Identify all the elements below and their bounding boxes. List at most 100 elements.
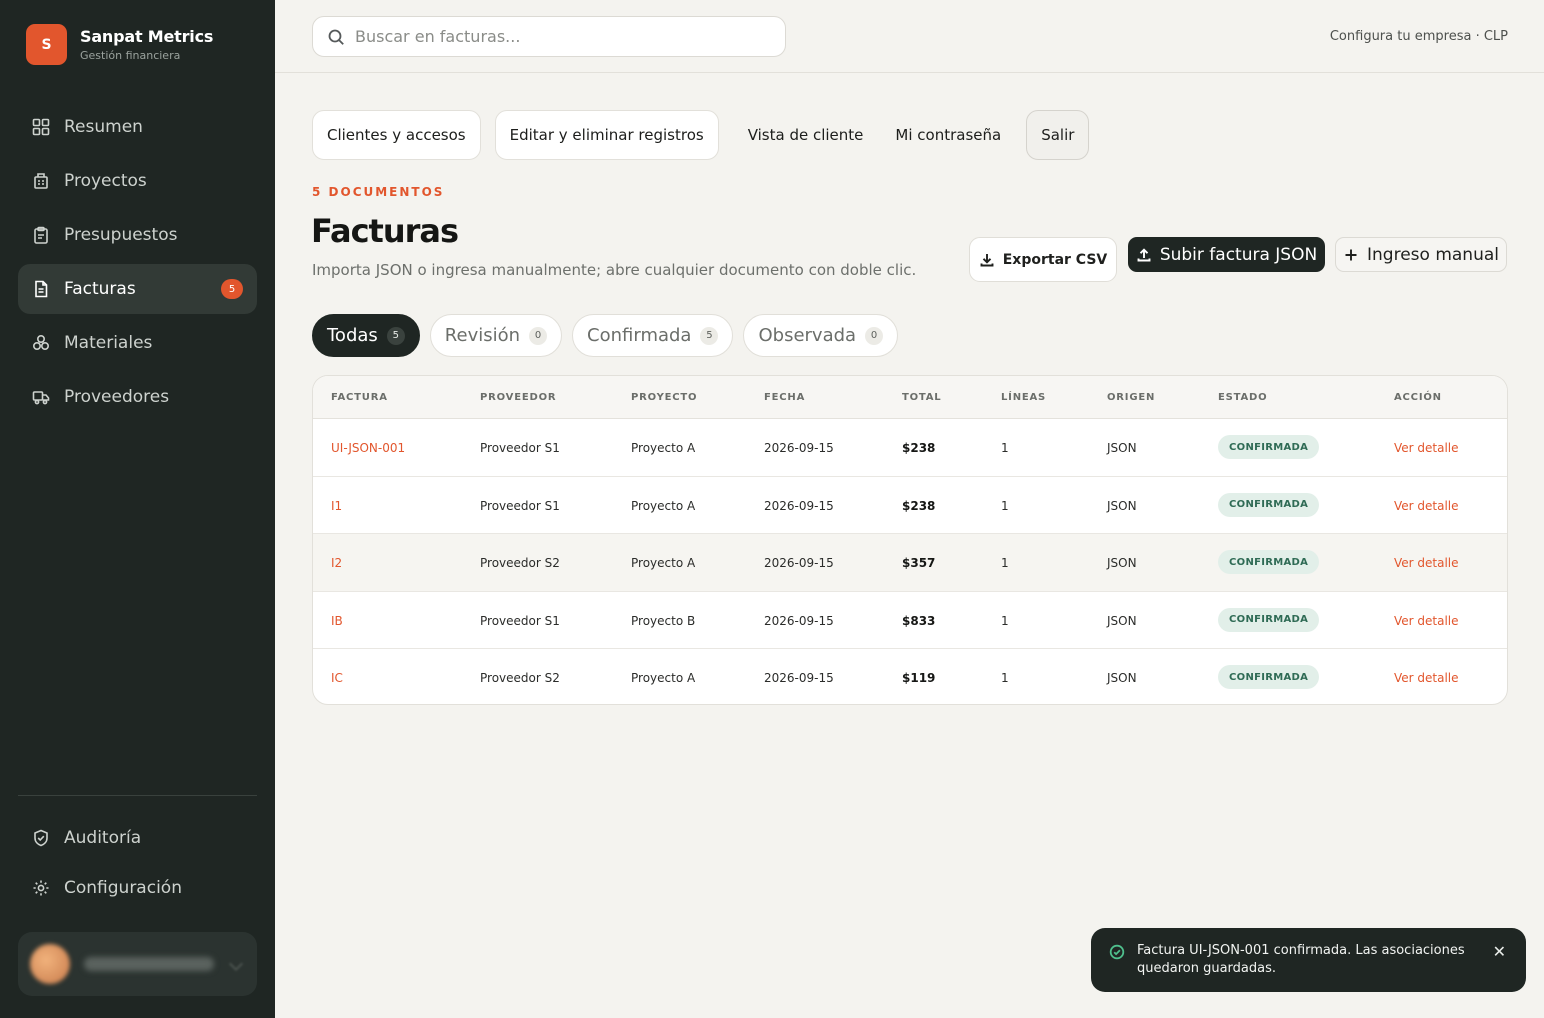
search-placeholder: Buscar en facturas... <box>355 27 521 46</box>
documents-count-label: 5 DOCUMENTOS <box>312 185 445 199</box>
column-header[interactable]: TOTAL <box>902 392 941 403</box>
view-detail-link[interactable]: Ver detalle <box>1394 556 1459 570</box>
shield-icon <box>32 829 50 847</box>
upload-json-button[interactable]: Subir factura JSON <box>1128 237 1325 272</box>
tab-count: 0 <box>529 326 548 345</box>
upload-icon <box>1137 247 1151 261</box>
company-settings-link[interactable]: Configura tu empresa · CLP <box>1330 29 1508 44</box>
column-header[interactable]: ESTADO <box>1218 392 1267 403</box>
supplier-cell: Proveedor S1 <box>480 498 560 513</box>
column-header[interactable]: PROVEEDOR <box>480 392 556 403</box>
table-row[interactable]: I1 Proveedor S1 Proyecto A 2026-09-15 $238 1 J… <box>313 477 1507 534</box>
origin-cell: JSON <box>1107 556 1137 570</box>
total-cell: $238 <box>902 498 936 513</box>
building-icon <box>32 172 50 190</box>
invoice-id-cell[interactable]: I1 <box>331 499 342 513</box>
gear-icon <box>32 879 50 897</box>
logout-button[interactable]: Salir <box>1026 110 1090 160</box>
edit-records-button[interactable]: Editar y eliminar registros <box>494 110 719 160</box>
tab-revision[interactable]: Revisión 0 <box>429 314 563 357</box>
brand[interactable]: S Sanpat Metrics Gestión financiera <box>26 24 213 65</box>
sidebar-item-auditoria[interactable]: Auditoría <box>18 815 257 861</box>
date-cell: 2026-09-15 <box>764 671 834 685</box>
project-cell: Proyecto A <box>631 441 696 455</box>
supplier-cell: Proveedor S1 <box>480 613 560 628</box>
lines-cell: 1 <box>1001 671 1009 685</box>
tab-count: 5 <box>386 326 405 345</box>
clipboard-icon <box>32 226 50 244</box>
column-header[interactable]: FECHA <box>764 392 805 403</box>
manual-entry-button[interactable]: Ingreso manual <box>1335 237 1507 272</box>
brand-subtitle: Gestión financiera <box>80 49 181 62</box>
chevron-down-icon <box>228 956 244 972</box>
client-view-button[interactable]: Vista de cliente <box>733 110 879 160</box>
supplier-cell: Proveedor S2 <box>480 671 560 685</box>
invoice-id-cell[interactable]: IB <box>331 614 343 628</box>
tab-observada[interactable]: Observada 0 <box>743 314 899 357</box>
sidebar-item-proveedores[interactable]: Proveedores <box>18 372 257 422</box>
view-detail-link[interactable]: Ver detalle <box>1394 671 1459 685</box>
table-row[interactable]: IB Proveedor S1 Proyecto B 2026-09-15 $833 1 J… <box>313 592 1507 649</box>
table-row[interactable]: I2 Proveedor S2 Proyecto A 2026-09-15 $357 1 J… <box>313 534 1507 592</box>
tab-confirmada[interactable]: Confirmada 5 <box>572 314 734 357</box>
column-header[interactable]: LÍNEAS <box>1001 392 1046 403</box>
lines-cell: 1 <box>1001 556 1009 570</box>
page-description: Importa JSON o ingresa manualmente; abre… <box>312 261 917 279</box>
project-cell: Proyecto A <box>631 671 696 685</box>
export-csv-button[interactable]: Exportar CSV <box>969 237 1117 282</box>
topbar: Buscar en facturas... Configura tu empre… <box>275 0 1544 73</box>
top-actions: Clientes y accesos Editar y eliminar reg… <box>312 110 1103 160</box>
cluster-icon <box>32 334 50 352</box>
status-badge: CONFIRMADA <box>1218 607 1320 632</box>
sidebar-item-label: Proveedores <box>64 387 170 407</box>
total-cell: $357 <box>902 556 936 570</box>
close-icon[interactable]: ✕ <box>1493 942 1506 961</box>
sidebar-item-label: Auditoría <box>64 828 142 848</box>
column-header[interactable]: PROYECTO <box>631 392 697 403</box>
invoice-id-cell[interactable]: UI-JSON-001 <box>331 441 405 455</box>
column-header[interactable]: ACCIÓN <box>1394 392 1442 403</box>
column-header[interactable]: FACTURA <box>331 392 388 403</box>
invoice-id-cell[interactable]: IC <box>331 671 343 685</box>
user-card[interactable] <box>18 932 257 996</box>
supplier-cell: Proveedor S1 <box>480 441 560 455</box>
upload-json-label: Subir factura JSON <box>1159 244 1318 265</box>
origin-cell: JSON <box>1107 613 1137 628</box>
tab-todas[interactable]: Todas 5 <box>312 314 420 357</box>
sidebar-item-facturas[interactable]: Facturas 5 <box>18 264 257 314</box>
sidebar-item-presupuestos[interactable]: Presupuestos <box>18 210 257 260</box>
origin-cell: JSON <box>1107 498 1137 513</box>
sidebar-item-configuracion[interactable]: Configuración <box>18 865 257 911</box>
page-title: Facturas <box>311 212 459 250</box>
sidebar-item-materiales[interactable]: Materiales <box>18 318 257 368</box>
clients-access-button[interactable]: Clientes y accesos <box>312 110 481 160</box>
sidebar-item-label: Presupuestos <box>64 225 178 245</box>
column-header[interactable]: ORIGEN <box>1107 392 1155 403</box>
table-row[interactable]: UI-JSON-001 Proveedor S1 Proyecto A 2026-09… <box>313 419 1507 477</box>
date-cell: 2026-09-15 <box>764 498 834 513</box>
invoice-id-cell[interactable]: I2 <box>331 556 342 570</box>
view-detail-link[interactable]: Ver detalle <box>1394 499 1459 513</box>
origin-cell: JSON <box>1107 441 1137 455</box>
status-badge: CONFIRMADA <box>1218 665 1320 689</box>
brand-logo: S <box>26 24 67 65</box>
date-cell: 2026-09-15 <box>764 613 834 628</box>
table-row[interactable]: IC Proveedor S2 Proyecto A 2026-09-15 $119 1 J… <box>313 649 1507 704</box>
password-button[interactable]: Mi contraseña <box>880 110 1016 160</box>
sidebar-item-resumen[interactable]: Resumen <box>18 102 257 152</box>
sidebar-bottom-nav: Auditoría Configuración <box>18 815 257 915</box>
download-icon <box>980 253 994 266</box>
brand-name: Sanpat Metrics <box>80 27 214 46</box>
lines-cell: 1 <box>1001 498 1009 513</box>
date-cell: 2026-09-15 <box>764 441 834 455</box>
search-input[interactable]: Buscar en facturas... <box>312 16 786 57</box>
sidebar-item-label: Resumen <box>64 117 143 137</box>
document-icon <box>32 280 50 298</box>
total-cell: $238 <box>902 441 936 455</box>
sidebar-item-proyectos[interactable]: Proyectos <box>18 156 257 206</box>
view-detail-link[interactable]: Ver detalle <box>1394 614 1459 628</box>
origin-cell: JSON <box>1107 671 1137 685</box>
status-badge: CONFIRMADA <box>1218 550 1320 574</box>
search-icon <box>328 29 344 45</box>
view-detail-link[interactable]: Ver detalle <box>1394 441 1459 455</box>
